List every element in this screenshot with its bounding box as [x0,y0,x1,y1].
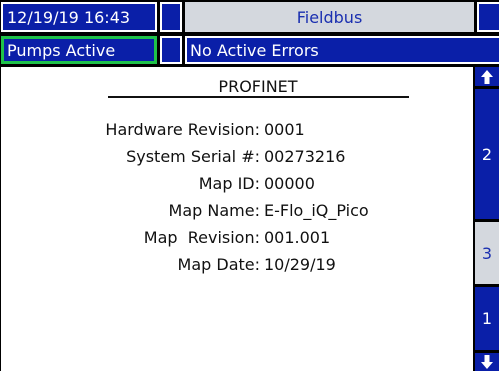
map-revision-value: 001.001 [264,228,331,247]
map-id-row: Map ID: 00000 [1,174,473,196]
scroll-up-button[interactable] [475,67,499,86]
page-2-button[interactable]: 2 [475,89,499,219]
title-divider [108,96,409,98]
serial-number-value: 00273216 [264,147,346,166]
page-sidebar: 2 3 1 [475,67,499,371]
map-id-value: 00000 [264,174,315,193]
map-revision-row: Map Revision: 001.001 [1,228,473,250]
datetime-display: 12/19/19 16:43 [1,2,157,32]
header-indicator-box [160,2,182,32]
map-name-row: Map Name: E-Flo_iQ_Pico [1,201,473,223]
map-date-row: Map Date: 10/29/19 [1,255,473,277]
map-name-value: E-Flo_iQ_Pico [264,201,369,220]
hardware-revision-label: Hardware Revision: [105,120,260,139]
hardware-revision-row: Hardware Revision: 0001 [1,120,473,142]
page-1-button[interactable]: 1 [475,287,499,350]
error-status: No Active Errors [185,36,499,64]
map-date-label: Map Date: [177,255,260,274]
serial-number-row: System Serial #: 00273216 [1,147,473,169]
serial-number-label: System Serial #: [126,147,260,166]
page-3-button[interactable]: 3 [475,222,499,284]
screen-title: Fieldbus [185,2,474,32]
pumps-status: Pumps Active [1,36,157,64]
hardware-revision-value: 0001 [264,120,305,139]
arrow-down-icon [480,354,494,370]
map-revision-label: Map Revision: [143,228,260,247]
panel-title: PROFINET [218,77,298,96]
map-name-label: Map Name: [168,201,260,220]
status-indicator-box [160,36,182,64]
scroll-down-button[interactable] [475,353,499,371]
arrow-up-icon [480,69,494,85]
map-id-label: Map ID: [198,174,260,193]
info-panel: PROFINET Hardware Revision: 0001 System … [1,67,473,371]
header-right-box [477,2,499,32]
map-date-value: 10/29/19 [264,255,336,274]
